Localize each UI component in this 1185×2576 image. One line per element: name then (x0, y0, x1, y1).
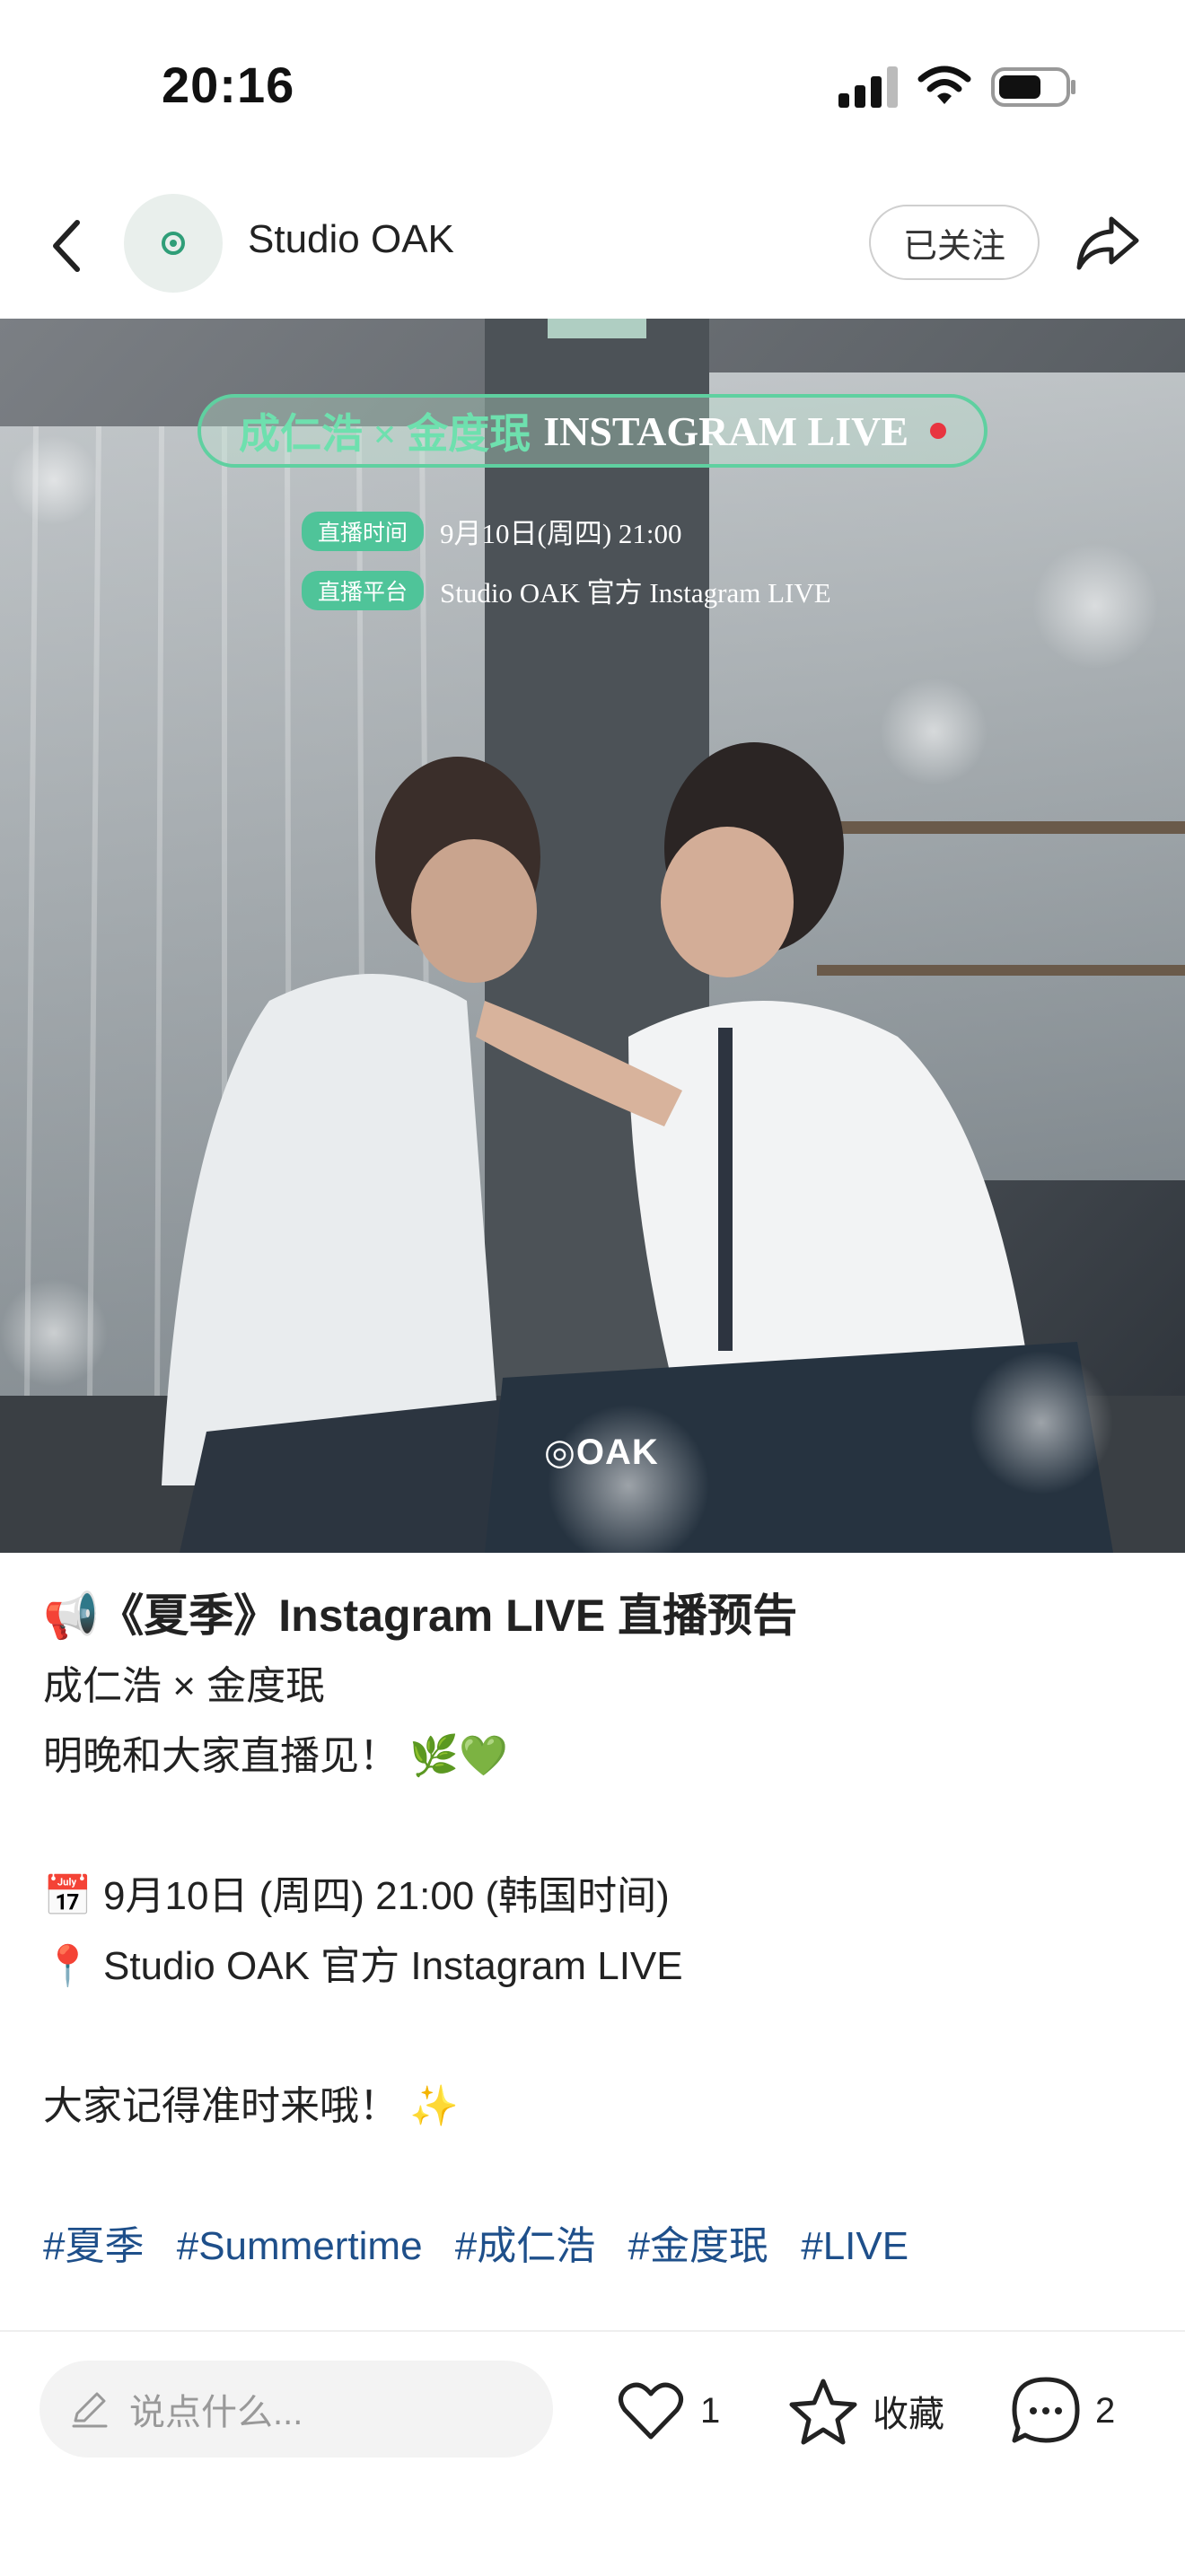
hashtag-link[interactable]: #Summertime (177, 2224, 423, 2268)
post-header: Studio OAK 已关注 (0, 171, 1185, 319)
like-count: 1 (700, 2390, 721, 2431)
bottom-action-bar: 说点什么... 1 收藏 2 (0, 2330, 1185, 2576)
info-tag: 直播平台 (302, 570, 425, 610)
pencil-icon (72, 2392, 108, 2428)
post-line: 大家记得准时来哦！ ✨ (43, 2084, 460, 2128)
comment-input[interactable]: 说点什么... (40, 2361, 553, 2458)
live-banner-cn: 成仁浩 × 金度珉 (238, 411, 531, 457)
post-line: 📍 Studio OAK 官方 Instagram LIVE (43, 1944, 683, 1988)
post-title: 📢《夏季》Instagram LIVE 直播预告 (43, 1590, 798, 1641)
hashtag-list: #夏季 #Summertime #成仁浩 #金度珉 #LIVE (43, 2212, 1147, 2282)
hashtag-link[interactable]: #LIVE (801, 2224, 908, 2268)
live-banner-en: INSTAGRAM LIVE (543, 407, 909, 454)
post-content: 📢《夏季》Instagram LIVE 直播预告 成仁浩 × 金度珉 明晚和大家… (43, 1580, 1147, 2282)
post-image[interactable]: 成仁浩 × 金度珉 INSTAGRAM LIVE 直播时间 9月10日(周四) … (0, 319, 1185, 1553)
comment-count: 2 (1095, 2390, 1116, 2431)
info-row-time: 直播时间 9月10日(周四) 21:00 (302, 511, 682, 551)
follow-button[interactable]: 已关注 (869, 205, 1040, 280)
photo-illustration (0, 319, 1185, 1553)
account-name[interactable]: Studio OAK (248, 217, 454, 262)
star-icon (789, 2379, 857, 2445)
battery-icon (991, 67, 1075, 107)
back-chevron-icon[interactable] (43, 214, 93, 278)
hashtag-link[interactable]: #成仁浩 (455, 2224, 595, 2268)
like-button[interactable]: 1 (614, 2371, 720, 2450)
info-value: Studio OAK 官方 Instagram LIVE (440, 577, 831, 609)
comment-bubble-icon (1012, 2377, 1080, 2443)
info-tag: 直播时间 (302, 511, 425, 551)
oak-watermark: ◎OAK (544, 1433, 659, 1472)
account-avatar[interactable] (124, 194, 223, 293)
favorite-label: 收藏 (873, 2395, 944, 2434)
status-bar: 20:16 (0, 0, 1185, 171)
post-line: 明晚和大家直播见！ 🌿💚 (43, 1734, 508, 1778)
share-arrow-icon[interactable] (1074, 210, 1142, 275)
wifi-icon (917, 66, 971, 104)
status-time: 20:16 (162, 57, 295, 113)
heart-icon (619, 2382, 683, 2440)
comment-placeholder: 说点什么... (129, 2393, 303, 2432)
post-line: 📅 9月10日 (周四) 21:00 (韩国时间) (43, 1874, 670, 1918)
comment-button[interactable]: 2 (1009, 2371, 1115, 2450)
signal-icon (838, 66, 898, 108)
favorite-button[interactable]: 收藏 (786, 2371, 944, 2450)
info-value: 9月10日(周四) 21:00 (440, 518, 682, 549)
logo-icon (162, 232, 185, 255)
post-line: 成仁浩 × 金度珉 (43, 1664, 326, 1708)
hashtag-link[interactable]: #金度珉 (628, 2224, 768, 2268)
live-dot-icon (930, 423, 947, 439)
hashtag-link[interactable]: #夏季 (43, 2224, 144, 2268)
info-row-platform: 直播平台 Studio OAK 官方 Instagram LIVE (302, 570, 831, 610)
live-banner: 成仁浩 × 金度珉 INSTAGRAM LIVE (198, 394, 988, 468)
